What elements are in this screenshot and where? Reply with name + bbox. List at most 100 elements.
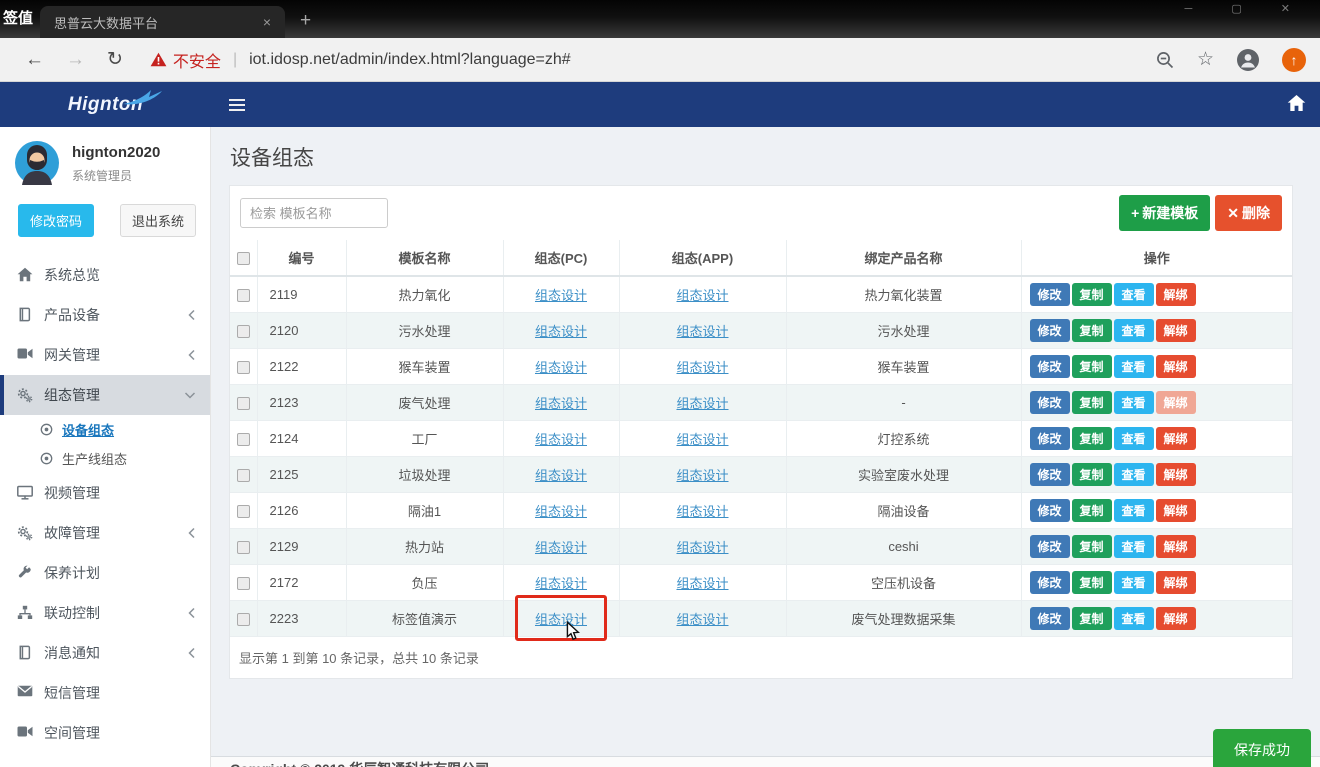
copy-button[interactable]: 复制 bbox=[1072, 283, 1112, 306]
row-checkbox[interactable] bbox=[237, 289, 250, 302]
copy-button[interactable]: 复制 bbox=[1072, 499, 1112, 522]
pc-design-link[interactable]: 组态设计 bbox=[535, 540, 587, 555]
copy-button[interactable]: 复制 bbox=[1072, 571, 1112, 594]
row-checkbox[interactable] bbox=[237, 397, 250, 410]
app-design-link[interactable]: 组态设计 bbox=[676, 360, 728, 375]
app-design-link[interactable]: 组态设计 bbox=[676, 396, 728, 411]
pc-design-link[interactable]: 组态设计 bbox=[535, 576, 587, 591]
sidebar-item-message[interactable]: 消息通知 bbox=[0, 633, 210, 673]
sidebar-item-gateway[interactable]: 网关管理 bbox=[0, 335, 210, 375]
logo[interactable]: Hignton bbox=[0, 82, 211, 127]
modify-button[interactable]: 修改 bbox=[1030, 535, 1070, 558]
home-icon[interactable] bbox=[1287, 94, 1306, 112]
modify-button[interactable]: 修改 bbox=[1030, 283, 1070, 306]
app-design-link[interactable]: 组态设计 bbox=[676, 468, 728, 483]
sidebar-subitem-device-scada[interactable]: 设备组态 bbox=[0, 415, 210, 444]
delete-button[interactable]: ✕删除 bbox=[1215, 195, 1282, 231]
pc-design-link[interactable]: 组态设计 bbox=[535, 288, 587, 303]
unbind-button[interactable]: 解绑 bbox=[1156, 391, 1196, 414]
unbind-button[interactable]: 解绑 bbox=[1156, 571, 1196, 594]
row-checkbox[interactable] bbox=[237, 613, 250, 626]
sidebar-subitem-production-scada[interactable]: 生产线组态 bbox=[0, 444, 210, 473]
sidebar-item-maintenance[interactable]: 保养计划 bbox=[0, 553, 210, 593]
new-tab-icon[interactable]: + bbox=[300, 10, 311, 32]
change-password-button[interactable]: 修改密码 bbox=[18, 204, 94, 237]
modify-button[interactable]: 修改 bbox=[1030, 499, 1070, 522]
view-button[interactable]: 查看 bbox=[1114, 391, 1154, 414]
sidebar-item-scada[interactable]: 组态管理 bbox=[0, 375, 210, 415]
row-checkbox[interactable] bbox=[237, 577, 250, 590]
app-design-link[interactable]: 组态设计 bbox=[676, 288, 728, 303]
modify-button[interactable]: 修改 bbox=[1030, 391, 1070, 414]
sidebar-item-linkage[interactable]: 联动控制 bbox=[0, 593, 210, 633]
reload-icon[interactable]: ↻ bbox=[107, 48, 123, 71]
row-checkbox[interactable] bbox=[237, 505, 250, 518]
view-button[interactable]: 查看 bbox=[1114, 607, 1154, 630]
zoom-out-icon[interactable] bbox=[1155, 50, 1175, 70]
modify-button[interactable]: 修改 bbox=[1030, 355, 1070, 378]
url-text[interactable]: iot.idosp.net/admin/index.html?language=… bbox=[249, 51, 1143, 69]
sidebar-item-overview[interactable]: 系统总览 bbox=[0, 255, 210, 295]
view-button[interactable]: 查看 bbox=[1114, 571, 1154, 594]
row-checkbox[interactable] bbox=[237, 361, 250, 374]
modify-button[interactable]: 修改 bbox=[1030, 427, 1070, 450]
view-button[interactable]: 查看 bbox=[1114, 283, 1154, 306]
sidebar-item-video[interactable]: 视频管理 bbox=[0, 473, 210, 513]
new-template-button[interactable]: +新建模板 bbox=[1119, 195, 1210, 231]
copy-button[interactable]: 复制 bbox=[1072, 355, 1112, 378]
logout-button[interactable]: 退出系统 bbox=[120, 204, 196, 237]
profile-avatar-icon[interactable] bbox=[1236, 48, 1260, 72]
row-checkbox[interactable] bbox=[237, 541, 250, 554]
browser-update-icon[interactable]: ↑ bbox=[1282, 48, 1306, 72]
view-button[interactable]: 查看 bbox=[1114, 499, 1154, 522]
row-checkbox[interactable] bbox=[237, 325, 250, 338]
pc-design-link[interactable]: 组态设计 bbox=[535, 504, 587, 519]
tab-close-icon[interactable]: × bbox=[259, 14, 275, 30]
back-icon[interactable]: ← bbox=[25, 49, 44, 71]
browser-tab[interactable]: 思普云大数据平台 × bbox=[40, 6, 285, 38]
unbind-button[interactable]: 解绑 bbox=[1156, 607, 1196, 630]
app-design-link[interactable]: 组态设计 bbox=[676, 324, 728, 339]
app-design-link[interactable]: 组态设计 bbox=[676, 504, 728, 519]
unbind-button[interactable]: 解绑 bbox=[1156, 427, 1196, 450]
unbind-button[interactable]: 解绑 bbox=[1156, 499, 1196, 522]
bookmark-star-icon[interactable]: ☆ bbox=[1197, 48, 1214, 71]
unbind-button[interactable]: 解绑 bbox=[1156, 319, 1196, 342]
select-all-checkbox[interactable] bbox=[237, 252, 250, 265]
modify-button[interactable]: 修改 bbox=[1030, 607, 1070, 630]
unbind-button[interactable]: 解绑 bbox=[1156, 463, 1196, 486]
sidebar-item-products[interactable]: 产品设备 bbox=[0, 295, 210, 335]
sidebar-item-space[interactable]: 空间管理 bbox=[0, 713, 210, 753]
pc-design-link[interactable]: 组态设计 bbox=[535, 612, 587, 627]
view-button[interactable]: 查看 bbox=[1114, 355, 1154, 378]
view-button[interactable]: 查看 bbox=[1114, 535, 1154, 558]
view-button[interactable]: 查看 bbox=[1114, 319, 1154, 342]
unbind-button[interactable]: 解绑 bbox=[1156, 535, 1196, 558]
view-button[interactable]: 查看 bbox=[1114, 463, 1154, 486]
modify-button[interactable]: 修改 bbox=[1030, 463, 1070, 486]
row-checkbox[interactable] bbox=[237, 433, 250, 446]
app-design-link[interactable]: 组态设计 bbox=[676, 432, 728, 447]
copy-button[interactable]: 复制 bbox=[1072, 607, 1112, 630]
unbind-button[interactable]: 解绑 bbox=[1156, 355, 1196, 378]
pc-design-link[interactable]: 组态设计 bbox=[535, 324, 587, 339]
pc-design-link[interactable]: 组态设计 bbox=[535, 468, 587, 483]
modify-button[interactable]: 修改 bbox=[1030, 319, 1070, 342]
app-design-link[interactable]: 组态设计 bbox=[676, 612, 728, 627]
pc-design-link[interactable]: 组态设计 bbox=[535, 360, 587, 375]
row-checkbox[interactable] bbox=[237, 469, 250, 482]
view-button[interactable]: 查看 bbox=[1114, 427, 1154, 450]
sidebar-item-fault[interactable]: 故障管理 bbox=[0, 513, 210, 553]
copy-button[interactable]: 复制 bbox=[1072, 391, 1112, 414]
copy-button[interactable]: 复制 bbox=[1072, 535, 1112, 558]
window-controls[interactable]: ─ ▢ ✕ bbox=[1184, 2, 1308, 15]
search-input[interactable] bbox=[240, 198, 388, 228]
pc-design-link[interactable]: 组态设计 bbox=[535, 432, 587, 447]
modify-button[interactable]: 修改 bbox=[1030, 571, 1070, 594]
unbind-button[interactable]: 解绑 bbox=[1156, 283, 1196, 306]
app-design-link[interactable]: 组态设计 bbox=[676, 576, 728, 591]
menu-toggle-icon[interactable] bbox=[229, 99, 245, 111]
copy-button[interactable]: 复制 bbox=[1072, 427, 1112, 450]
copy-button[interactable]: 复制 bbox=[1072, 319, 1112, 342]
pc-design-link[interactable]: 组态设计 bbox=[535, 396, 587, 411]
